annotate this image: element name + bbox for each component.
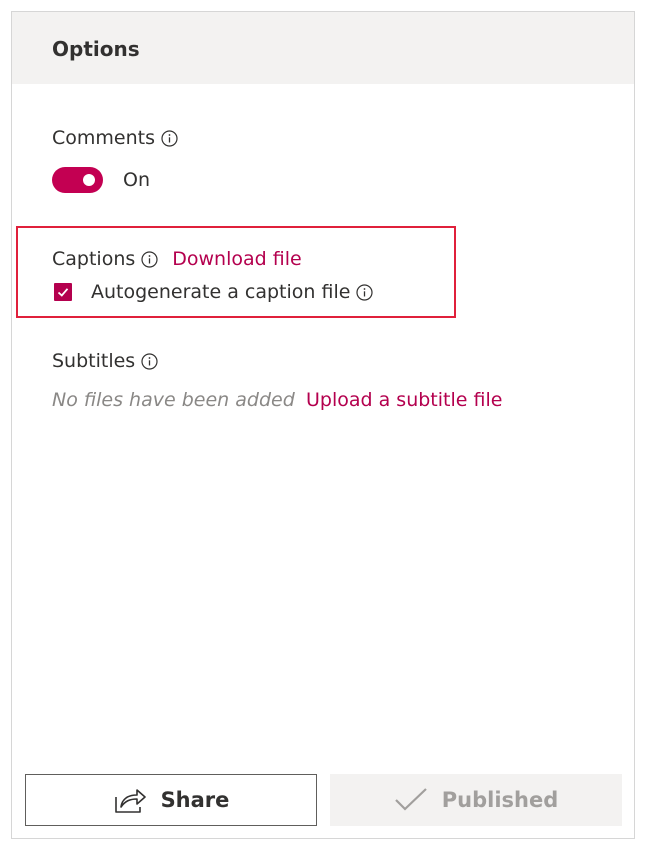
comments-toggle-state: On xyxy=(123,169,150,191)
subtitles-empty-text: No files have been added xyxy=(52,389,295,411)
subtitles-section-label: Subtitles xyxy=(52,349,158,373)
upload-subtitle-link[interactable]: Upload a subtitle file xyxy=(306,388,502,412)
info-icon[interactable] xyxy=(141,352,158,370)
panel-title: Options xyxy=(52,37,140,61)
published-button-label: Published xyxy=(441,788,559,812)
checkmark-icon xyxy=(394,786,428,814)
info-icon[interactable] xyxy=(161,129,178,147)
comments-toggle[interactable] xyxy=(52,167,103,193)
autogenerate-caption-checkbox[interactable] xyxy=(54,283,72,301)
autogenerate-caption-label[interactable]: Autogenerate a caption file xyxy=(91,280,350,304)
subtitles-label: Subtitles xyxy=(52,350,136,372)
captions-section-label: Captions Download file xyxy=(52,247,302,271)
captions-highlight-box xyxy=(16,226,456,318)
options-panel: Options Comments On Captions Download fi… xyxy=(11,11,635,839)
info-icon[interactable] xyxy=(141,250,158,268)
share-icon xyxy=(113,785,147,815)
check-icon xyxy=(57,288,69,297)
published-button: Published xyxy=(330,774,622,826)
comments-section-label: Comments xyxy=(52,126,178,150)
share-button-label: Share xyxy=(160,788,230,812)
captions-label: Captions xyxy=(52,248,136,270)
toggle-knob xyxy=(83,174,95,186)
panel-header: Options xyxy=(12,12,634,84)
info-icon[interactable] xyxy=(356,283,374,301)
share-button[interactable]: Share xyxy=(25,774,317,826)
autogenerate-caption-label-row: Autogenerate a caption file xyxy=(91,280,374,304)
comments-label: Comments xyxy=(52,127,155,149)
download-file-link[interactable]: Download file xyxy=(172,247,301,271)
